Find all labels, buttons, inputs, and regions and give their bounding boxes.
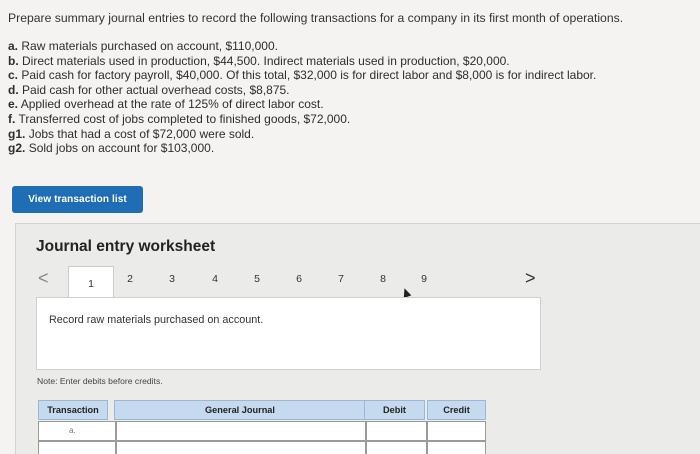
transaction-item: d. Paid cash for other actual overhead c… <box>8 83 698 98</box>
transaction-label: b. <box>8 53 19 68</box>
credit-input[interactable] <box>427 441 486 454</box>
transaction-text: Paid cash for other actual overhead cost… <box>22 82 290 97</box>
transaction-label: g2. <box>8 141 26 156</box>
transaction-item: f. Transferred cost of jobs completed to… <box>8 112 698 127</box>
worksheet-pager: < 1 2 3 4 5 6 7 8 9 > <box>16 264 700 300</box>
transaction-label: g1. <box>8 126 26 141</box>
chevron-right-icon[interactable]: > <box>525 268 536 289</box>
transaction-text: Jobs that had a cost of $72,000 were sol… <box>28 126 255 141</box>
journal-entry-worksheet: Journal entry worksheet < 1 2 3 4 5 6 7 … <box>15 223 700 454</box>
transaction-text: Sold jobs on account for $103,000. <box>28 141 215 156</box>
transaction-item: b. Direct materials used in production, … <box>8 54 698 69</box>
page-tab-6[interactable]: 6 <box>289 266 309 292</box>
page-tab-1[interactable]: 1 <box>68 266 114 300</box>
problem-prompt: Prepare summary journal entries to recor… <box>8 11 624 25</box>
header-transaction: Transaction <box>38 400 108 420</box>
transaction-item: c. Paid cash for factory payroll, $40,00… <box>8 68 698 83</box>
debit-input[interactable] <box>366 441 427 454</box>
entry-description: Record raw materials purchased on accoun… <box>49 314 264 326</box>
header-credit: Credit <box>427 400 486 420</box>
worksheet-title: Journal entry worksheet <box>36 238 216 255</box>
page-tab-8[interactable]: 8 <box>373 266 393 292</box>
transaction-item: e. Applied overhead at the rate of 125% … <box>8 97 698 112</box>
transaction-list: a. Raw materials purchased on account, $… <box>8 39 698 156</box>
debit-input[interactable] <box>366 421 427 441</box>
chevron-left-icon[interactable]: < <box>38 268 49 289</box>
transaction-label: a. <box>8 39 19 53</box>
view-transaction-list-button[interactable]: View transaction list <box>12 186 143 213</box>
transaction-text: Raw materials purchased on account, $110… <box>21 39 278 53</box>
transaction-item: a. Raw materials purchased on account, $… <box>8 39 698 54</box>
table-row-transaction <box>38 441 116 454</box>
page-tab-4[interactable]: 4 <box>205 266 225 292</box>
page-tab-5[interactable]: 5 <box>247 266 267 292</box>
transaction-text: Paid cash for factory payroll, $40,000. … <box>21 68 597 83</box>
transaction-item: g2. Sold jobs on account for $103,000. <box>8 141 698 156</box>
page-tab-9[interactable]: 9 <box>414 266 434 292</box>
header-debit: Debit <box>364 400 425 420</box>
transaction-label: d. <box>8 82 19 97</box>
transaction-item: g1. Jobs that had a cost of $72,000 were… <box>8 127 698 142</box>
page-tab-2[interactable]: 2 <box>120 266 140 292</box>
transaction-text: Applied overhead at the rate of 125% of … <box>20 97 324 112</box>
entry-description-box: Record raw materials purchased on accoun… <box>36 297 541 370</box>
journal-table: Transaction General Journal Debit Credit… <box>38 400 486 454</box>
general-journal-input[interactable] <box>116 421 366 441</box>
page-tab-3[interactable]: 3 <box>162 266 182 292</box>
entry-note: Note: Enter debits before credits. <box>37 376 163 386</box>
transaction-label: e. <box>8 97 19 112</box>
table-row-transaction: a. <box>38 421 116 441</box>
transaction-text: Transferred cost of jobs completed to fi… <box>18 111 351 126</box>
header-general-journal: General Journal <box>114 400 366 420</box>
transaction-label: f. <box>8 111 16 126</box>
page-tab-7[interactable]: 7 <box>331 266 351 292</box>
credit-input[interactable] <box>427 421 486 441</box>
transaction-label: c. <box>8 68 19 83</box>
transaction-text: Direct materials used in production, $44… <box>22 53 510 68</box>
general-journal-input[interactable] <box>116 441 366 454</box>
